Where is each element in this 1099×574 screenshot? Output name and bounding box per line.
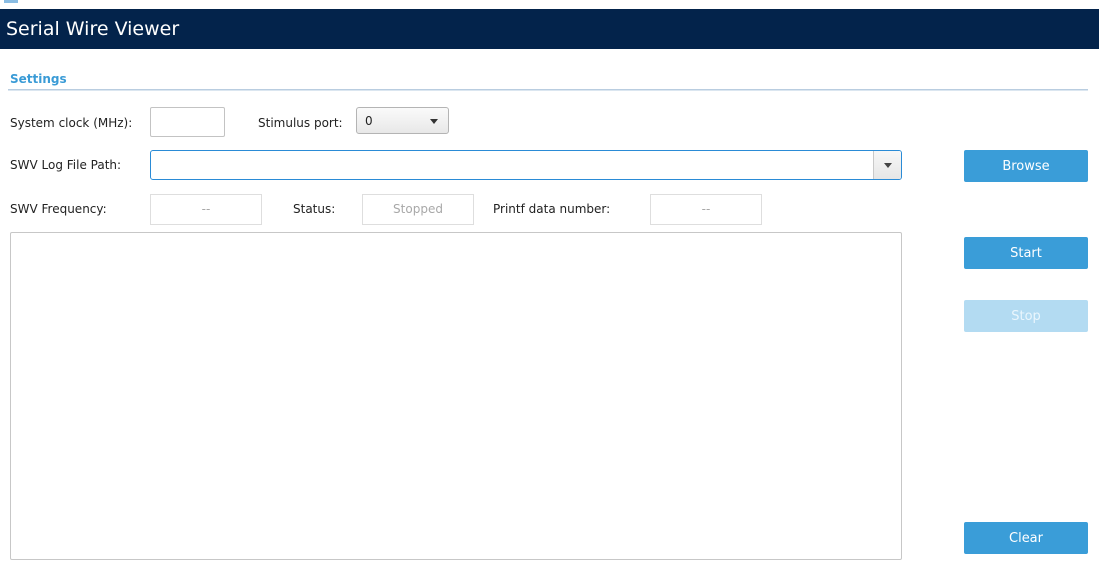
stimulus-port-label: Stimulus port: <box>258 116 343 130</box>
clear-button[interactable]: Clear <box>964 522 1088 554</box>
settings-section-title: Settings <box>10 72 67 86</box>
status-value: Stopped <box>362 194 474 225</box>
log-file-path-combo <box>150 150 902 180</box>
system-clock-input[interactable] <box>150 107 225 137</box>
stop-button[interactable]: Stop <box>964 300 1088 332</box>
log-file-path-input[interactable] <box>151 151 869 179</box>
swv-frequency-value: -- <box>150 194 262 225</box>
log-file-path-label: SWV Log File Path: <box>10 158 122 172</box>
start-button[interactable]: Start <box>964 237 1088 269</box>
top-strip-mark <box>4 0 18 3</box>
system-clock-label: System clock (MHz): <box>10 116 133 130</box>
stimulus-port-dropdown[interactable]: 0 <box>356 107 449 134</box>
chevron-down-icon <box>884 163 892 168</box>
serial-wire-viewer-window: Serial Wire Viewer Settings System clock… <box>0 0 1099 574</box>
stimulus-port-value: 0 <box>365 114 373 128</box>
top-strip <box>0 0 1099 9</box>
window-title: Serial Wire Viewer <box>0 9 1099 49</box>
chevron-down-icon <box>430 119 438 124</box>
status-label: Status: <box>293 202 336 216</box>
settings-divider <box>8 89 1088 91</box>
swv-log-output[interactable] <box>10 232 902 560</box>
browse-button[interactable]: Browse <box>964 150 1088 182</box>
swv-frequency-label: SWV Frequency: <box>10 202 107 216</box>
printf-data-number-label: Printf data number: <box>493 202 611 216</box>
log-file-path-dropdown-button[interactable] <box>873 151 901 179</box>
printf-data-number-value: -- <box>650 194 762 225</box>
